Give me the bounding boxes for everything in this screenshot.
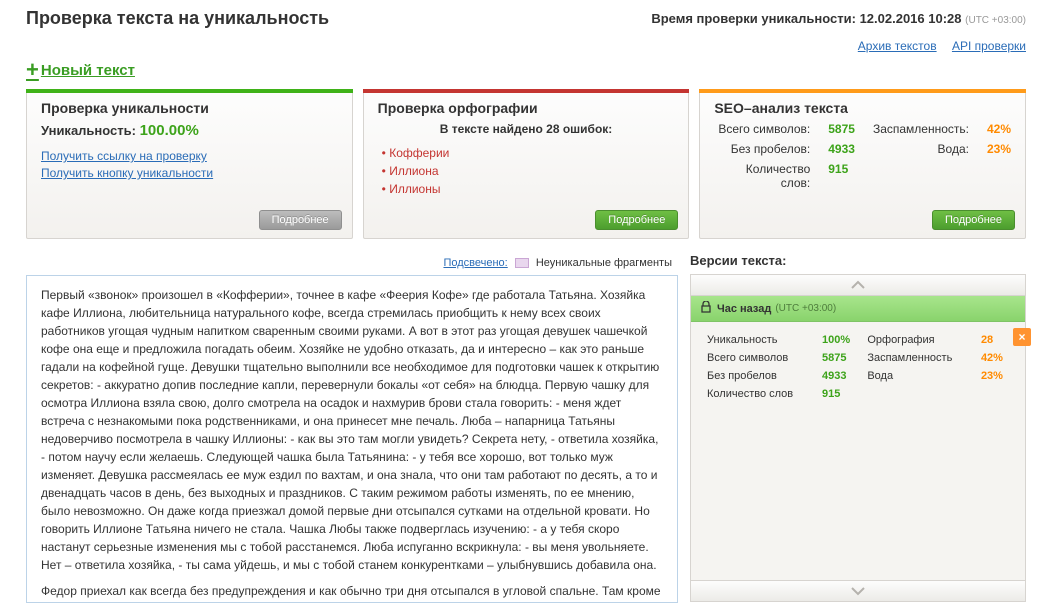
version-header[interactable]: Час назад (UTC +03:00) [691,296,1025,322]
text-paragraph: Федор приехал как всегда без предупрежде… [41,582,663,603]
lock-icon [701,301,711,316]
version-close-button[interactable]: × [1013,328,1031,346]
text-paragraph: Первый «звонок» произошел в «Кофферии», … [41,286,663,574]
spelling-title: Проверка орфографии [378,100,675,116]
versions-down-arrow[interactable] [691,580,1025,601]
uniqueness-more-button[interactable]: Подробнее [259,210,342,230]
uniqueness-card: Проверка уникальности Уникальность: 100.… [26,89,353,239]
get-check-link[interactable]: Получить ссылку на проверку [41,149,338,163]
spelling-more-button[interactable]: Подробнее [595,210,678,230]
ver-uniqueness: 100% [818,332,861,348]
spelling-error: Иллионы [382,180,675,198]
spelling-error: Кофферии [382,144,675,162]
seo-title: SEO–анализ текста [714,100,1011,116]
water-value: 23% [987,142,1011,156]
api-link[interactable]: API проверки [952,39,1026,53]
highlight-swatch [515,258,529,268]
ver-water: 23% [977,368,1013,384]
no-spaces: 4933 [828,142,855,156]
total-chars: 5875 [828,122,855,136]
text-pane[interactable]: Первый «звонок» произошел в «Кофферии», … [26,275,678,603]
chevron-down-icon [850,586,866,596]
highlight-label[interactable]: Подсвечено: [443,257,507,269]
plus-icon: + [26,57,39,83]
versions-box: Час назад (UTC +03:00) × Уникальность 10… [690,274,1026,602]
spelling-error: Иллиона [382,162,675,180]
ver-nospace: 4933 [818,368,861,384]
uniqueness-value: 100.00% [140,122,199,139]
spelling-subtitle: В тексте найдено 28 ошибок: [378,122,675,136]
spelling-card: Проверка орфографии В тексте найдено 28 … [363,89,690,239]
ver-total: 5875 [818,350,861,366]
versions-title: Версии текста: [690,253,1026,268]
seo-more-button[interactable]: Подробнее [932,210,1015,230]
seo-card: SEO–анализ текста Всего символов: 5875 З… [699,89,1026,239]
new-text-link[interactable]: + Новый текст [26,57,135,83]
get-uniqueness-button[interactable]: Получить кнопку уникальности [41,166,338,180]
ver-spam: 42% [977,350,1013,366]
uniqueness-title: Проверка уникальности [41,100,338,116]
versions-up-arrow[interactable] [691,275,1025,296]
highlight-frag: Неуникальные фрагменты [536,257,672,269]
check-time: Время проверки уникальности: 12.02.2016 … [651,11,1026,26]
ver-words: 915 [818,386,861,402]
word-count: 915 [828,162,855,190]
archive-link[interactable]: Архив текстов [858,39,937,53]
spam-value: 42% [987,122,1011,136]
page-title: Проверка текста на уникальность [26,8,329,29]
ver-orf: 28 [977,332,1013,348]
chevron-up-icon [850,280,866,290]
